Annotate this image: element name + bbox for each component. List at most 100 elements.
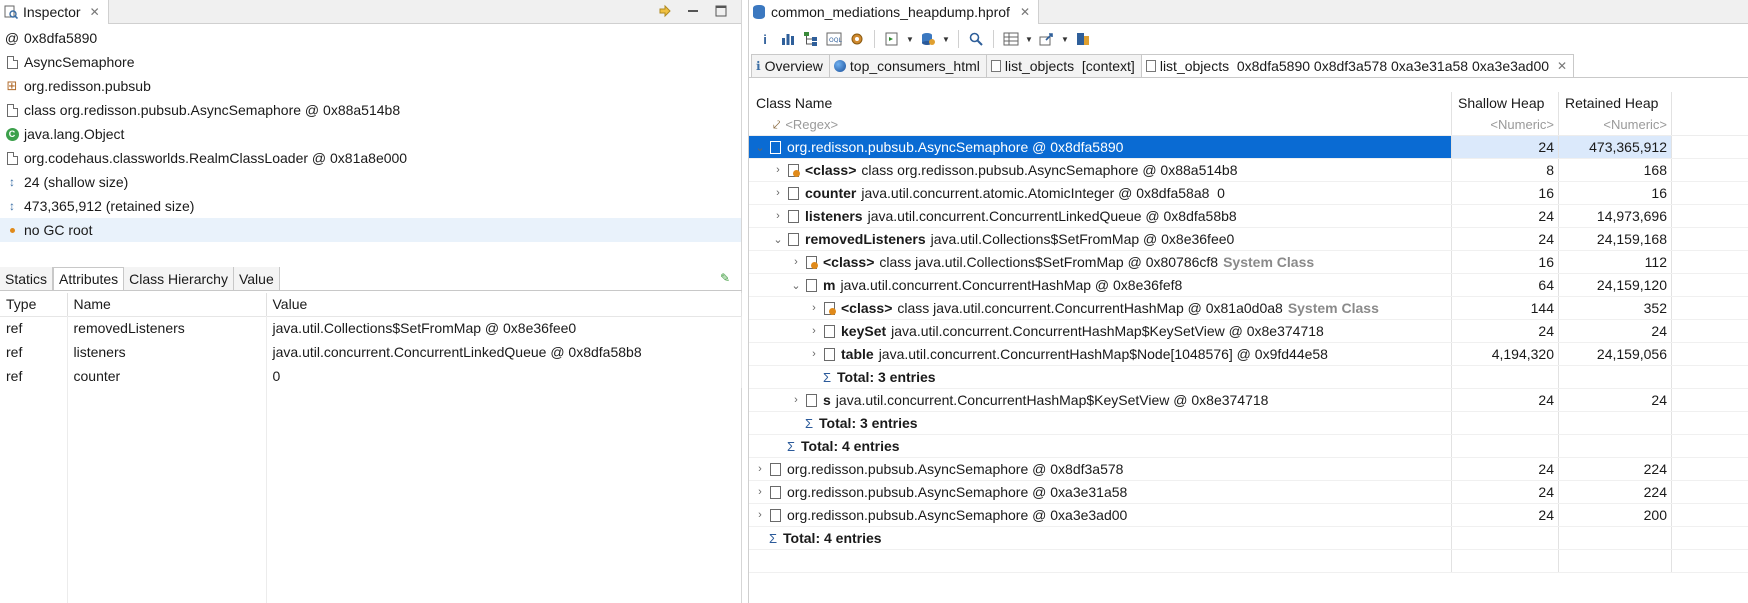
- maximize-icon[interactable]: [713, 3, 729, 19]
- close-icon[interactable]: ✕: [1557, 59, 1567, 73]
- tree-row[interactable]: › counter java.util.concurrent.atomic.Atom…: [749, 182, 1748, 205]
- inspector-address-row[interactable]: @ 0x8dfa5890: [0, 26, 741, 50]
- chevron-right-icon[interactable]: ›: [787, 394, 805, 406]
- total-row[interactable]: Σ Total: 3 entries: [749, 366, 1748, 389]
- inspector-package-row[interactable]: ⊞ org.redisson.pubsub: [0, 74, 741, 98]
- oql-icon[interactable]: OQL: [824, 29, 844, 49]
- tree-row[interactable]: › org.redisson.pubsub.AsyncSemaphore @ 0x…: [749, 458, 1748, 481]
- tab-list-objects-context[interactable]: list_objects [context]: [985, 54, 1142, 77]
- inspector-retained-size-row[interactable]: ↕ 473,365,912 (retained size): [0, 194, 741, 218]
- class-name-cell: › <class> class java.util.concurrent.Concu…: [749, 297, 1452, 319]
- column-value[interactable]: Value: [266, 293, 742, 317]
- chevron-down-icon[interactable]: ▼: [941, 29, 951, 49]
- inspector-gc-root-row[interactable]: no GC root: [0, 218, 741, 242]
- total-row[interactable]: Σ Total: 4 entries: [749, 527, 1748, 550]
- tree-row[interactable]: ⌄ org.redisson.pubsub.AsyncSemaphore @ 0x…: [749, 136, 1748, 159]
- histogram-icon[interactable]: [778, 29, 798, 49]
- column-name[interactable]: Name: [67, 293, 267, 317]
- chevron-right-icon[interactable]: ›: [751, 509, 769, 521]
- column-shallow-heap[interactable]: Shallow Heap: [1452, 92, 1559, 114]
- class-name-filter[interactable]: ⤦ <Regex>: [749, 114, 1452, 135]
- tree-row[interactable]: › org.redisson.pubsub.AsyncSemaphore @ 0x…: [749, 481, 1748, 504]
- column-class-name[interactable]: Class Name: [749, 92, 1452, 114]
- tree-row[interactable]: › keySet java.util.concurrent.ConcurrentHa…: [749, 320, 1748, 343]
- total-row[interactable]: Σ Total: 3 entries: [749, 412, 1748, 435]
- retained-heap-cell: 24,159,168: [1559, 228, 1672, 250]
- chevron-down-icon[interactable]: ▼: [1060, 29, 1070, 49]
- chevron-right-icon[interactable]: ›: [805, 348, 823, 360]
- total-label: Total: 4 entries: [783, 530, 882, 546]
- tab-statics[interactable]: Statics: [0, 267, 54, 290]
- group-by-icon[interactable]: [1001, 29, 1021, 49]
- link-with-view-icon[interactable]: [657, 3, 673, 19]
- close-icon[interactable]: ✕: [90, 5, 100, 19]
- chevron-right-icon[interactable]: ›: [805, 302, 823, 314]
- chevron-right-icon[interactable]: ›: [787, 256, 805, 268]
- chevron-right-icon[interactable]: ›: [769, 210, 787, 222]
- tree-row[interactable]: › s java.util.concurrent.ConcurrentHashMap…: [749, 389, 1748, 412]
- tree-row[interactable]: ⌄ m java.util.concurrent.ConcurrentHashMap…: [749, 274, 1748, 297]
- tab-list-objects[interactable]: list_objects 0x8dfa5890 0x8df3a578 0xa3e…: [1140, 54, 1575, 77]
- tree-row[interactable]: › org.redisson.pubsub.AsyncSemaphore @ 0x…: [749, 504, 1748, 527]
- retained-heap-cell: 200: [1559, 504, 1672, 526]
- chevron-right-icon[interactable]: ›: [751, 463, 769, 475]
- column-divider: [67, 316, 68, 603]
- chevron-down-icon[interactable]: ⌄: [787, 279, 805, 292]
- chevron-down-icon[interactable]: ▼: [1024, 29, 1034, 49]
- dominator-tree-icon[interactable]: [801, 29, 821, 49]
- chevron-down-icon[interactable]: ⌄: [769, 233, 787, 246]
- tab-overview[interactable]: ℹ Overview: [751, 54, 830, 77]
- class-name-cell: ⌄ removedListeners java.util.Collections$S…: [749, 228, 1452, 250]
- tab-class-hierarchy[interactable]: Class Hierarchy: [124, 267, 234, 290]
- total-row[interactable]: Σ Total: 4 entries: [749, 435, 1748, 458]
- close-icon[interactable]: ✕: [1020, 5, 1030, 19]
- chevron-right-icon[interactable]: ›: [769, 164, 787, 176]
- sum-icon: Σ: [805, 415, 814, 431]
- shallow-heap-filter[interactable]: <Numeric>: [1452, 114, 1559, 135]
- inspector-shallow-size-row[interactable]: ↕ 24 (shallow size): [0, 170, 741, 194]
- tab-value[interactable]: Value: [233, 267, 280, 290]
- chevron-right-icon[interactable]: ›: [769, 187, 787, 199]
- chevron-right-icon[interactable]: ›: [751, 486, 769, 498]
- field-name: <class>: [805, 162, 857, 178]
- inspector-classloader-row[interactable]: org.codehaus.classworlds.RealmClassLoade…: [0, 146, 741, 170]
- attr-value: java.util.concurrent.ConcurrentLinkedQue…: [266, 340, 742, 364]
- chevron-right-icon[interactable]: ›: [805, 325, 823, 337]
- shallow-heap-cell: 8: [1452, 159, 1559, 181]
- pin-icon[interactable]: ✎: [720, 271, 730, 285]
- inspector-tab[interactable]: Inspector ✕: [0, 0, 109, 24]
- tree-row[interactable]: › <class> class java.util.Collections$SetF…: [749, 251, 1748, 274]
- thread-overview-icon[interactable]: [847, 29, 867, 49]
- overview-info-icon[interactable]: i: [755, 29, 775, 49]
- retained-heap-filter[interactable]: <Numeric>: [1559, 114, 1672, 135]
- inspector-class-row[interactable]: AsyncSemaphore: [0, 50, 741, 74]
- tree-row[interactable]: › <class> class java.util.concurrent.Concu…: [749, 297, 1748, 320]
- tree-row[interactable]: ⌄ removedListeners java.util.Collections$S…: [749, 228, 1748, 251]
- system-class-label: System Class: [1287, 300, 1379, 316]
- search-icon[interactable]: [966, 29, 986, 49]
- run-report-icon[interactable]: [882, 29, 902, 49]
- tree-row[interactable]: › <class> class org.redisson.pubsub.AsyncS…: [749, 159, 1748, 182]
- table-row[interactable]: ref listeners java.util.concurrent.Concu…: [0, 340, 742, 364]
- tab-top-consumers[interactable]: top_consumers_html: [828, 54, 987, 77]
- object-icon: [805, 278, 819, 293]
- field-name: s: [823, 392, 831, 408]
- minimize-icon[interactable]: [685, 3, 701, 19]
- calculate-retained-size-icon[interactable]: [1073, 29, 1093, 49]
- tree-row[interactable]: › table java.util.concurrent.ConcurrentHas…: [749, 343, 1748, 366]
- column-retained-heap[interactable]: Retained Heap: [1559, 92, 1672, 114]
- query-browser-icon[interactable]: [918, 29, 938, 49]
- inspector-class-object-row[interactable]: class org.redisson.pubsub.AsyncSemaphore…: [0, 98, 741, 122]
- tab-attributes[interactable]: Attributes: [53, 267, 125, 290]
- inspector-view: Inspector ✕ @ 0x8dfa5890 AsyncSemaphore …: [0, 0, 742, 603]
- tree-row[interactable]: › listeners java.util.concurrent.Concurren…: [749, 205, 1748, 228]
- chevron-down-icon[interactable]: ⌄: [751, 141, 769, 154]
- retained-heap-cell: [1559, 366, 1672, 388]
- column-type[interactable]: Type: [0, 293, 68, 317]
- heapdump-file-tab[interactable]: common_mediations_heapdump.hprof ✕: [749, 0, 1039, 24]
- inspector-superclass-row[interactable]: C java.lang.Object: [0, 122, 741, 146]
- table-row[interactable]: ref counter 0: [0, 364, 742, 388]
- chevron-down-icon[interactable]: ▼: [905, 29, 915, 49]
- export-icon[interactable]: [1037, 29, 1057, 49]
- table-row[interactable]: ref removedListeners java.util.Collectio…: [0, 316, 742, 340]
